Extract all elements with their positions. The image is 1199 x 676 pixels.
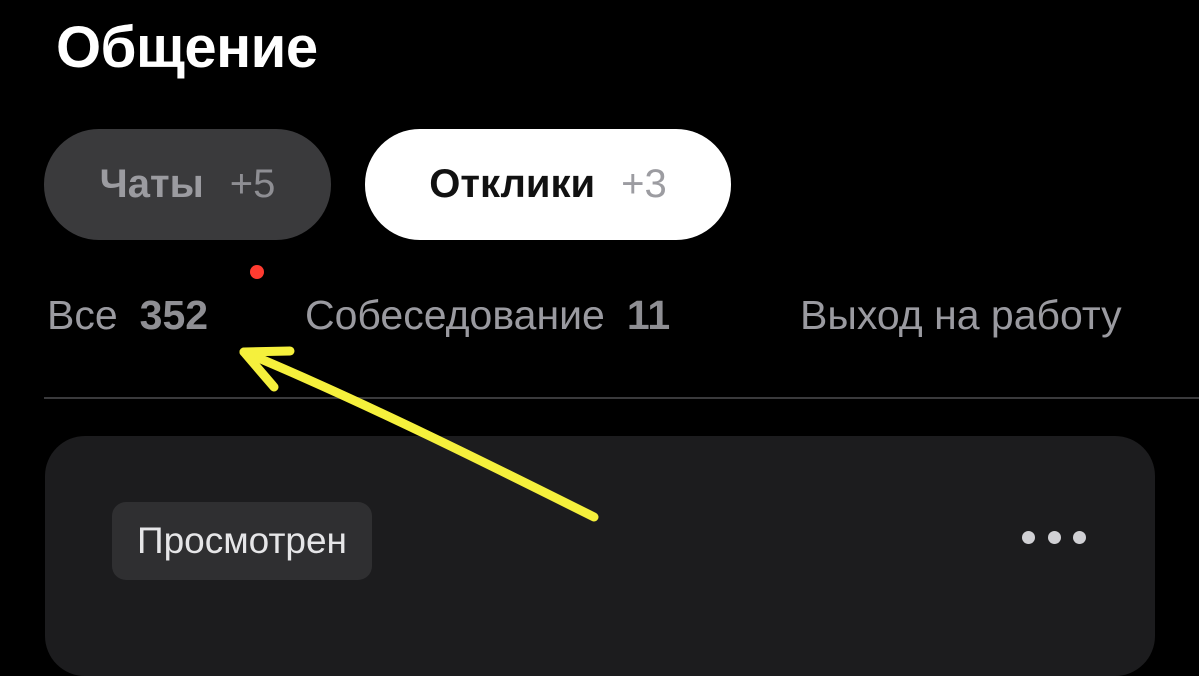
- filter-tab-onboarding-label: Выход на работу: [800, 292, 1122, 338]
- segment-responses[interactable]: Отклики +3: [365, 129, 731, 240]
- filter-tab-all-label: Все: [47, 292, 118, 338]
- filter-tab-interview-count: 11: [626, 292, 671, 338]
- unread-dot-indicator: [250, 265, 264, 279]
- segment-chats-count: +5: [229, 162, 276, 206]
- filter-tab-all[interactable]: Все 352: [47, 292, 208, 339]
- status-badge: Просмотрен: [112, 502, 372, 580]
- filter-tab-interview-label: Собеседование: [305, 292, 605, 338]
- page-title: Общение: [56, 15, 318, 80]
- segment-chats[interactable]: Чаты +5: [44, 129, 331, 240]
- filter-tab-all-count: 352: [139, 292, 209, 338]
- filter-tab-onboarding[interactable]: Выход на работу: [800, 292, 1122, 339]
- segment-chats-label: Чаты: [99, 162, 204, 206]
- segment-responses-label: Отклики: [429, 162, 596, 206]
- more-horizontal-icon[interactable]: [1022, 520, 1086, 554]
- tabs-divider: [44, 397, 1199, 399]
- segment-responses-count: +3: [621, 162, 667, 206]
- filter-tab-interview[interactable]: Собеседование 11: [305, 292, 670, 339]
